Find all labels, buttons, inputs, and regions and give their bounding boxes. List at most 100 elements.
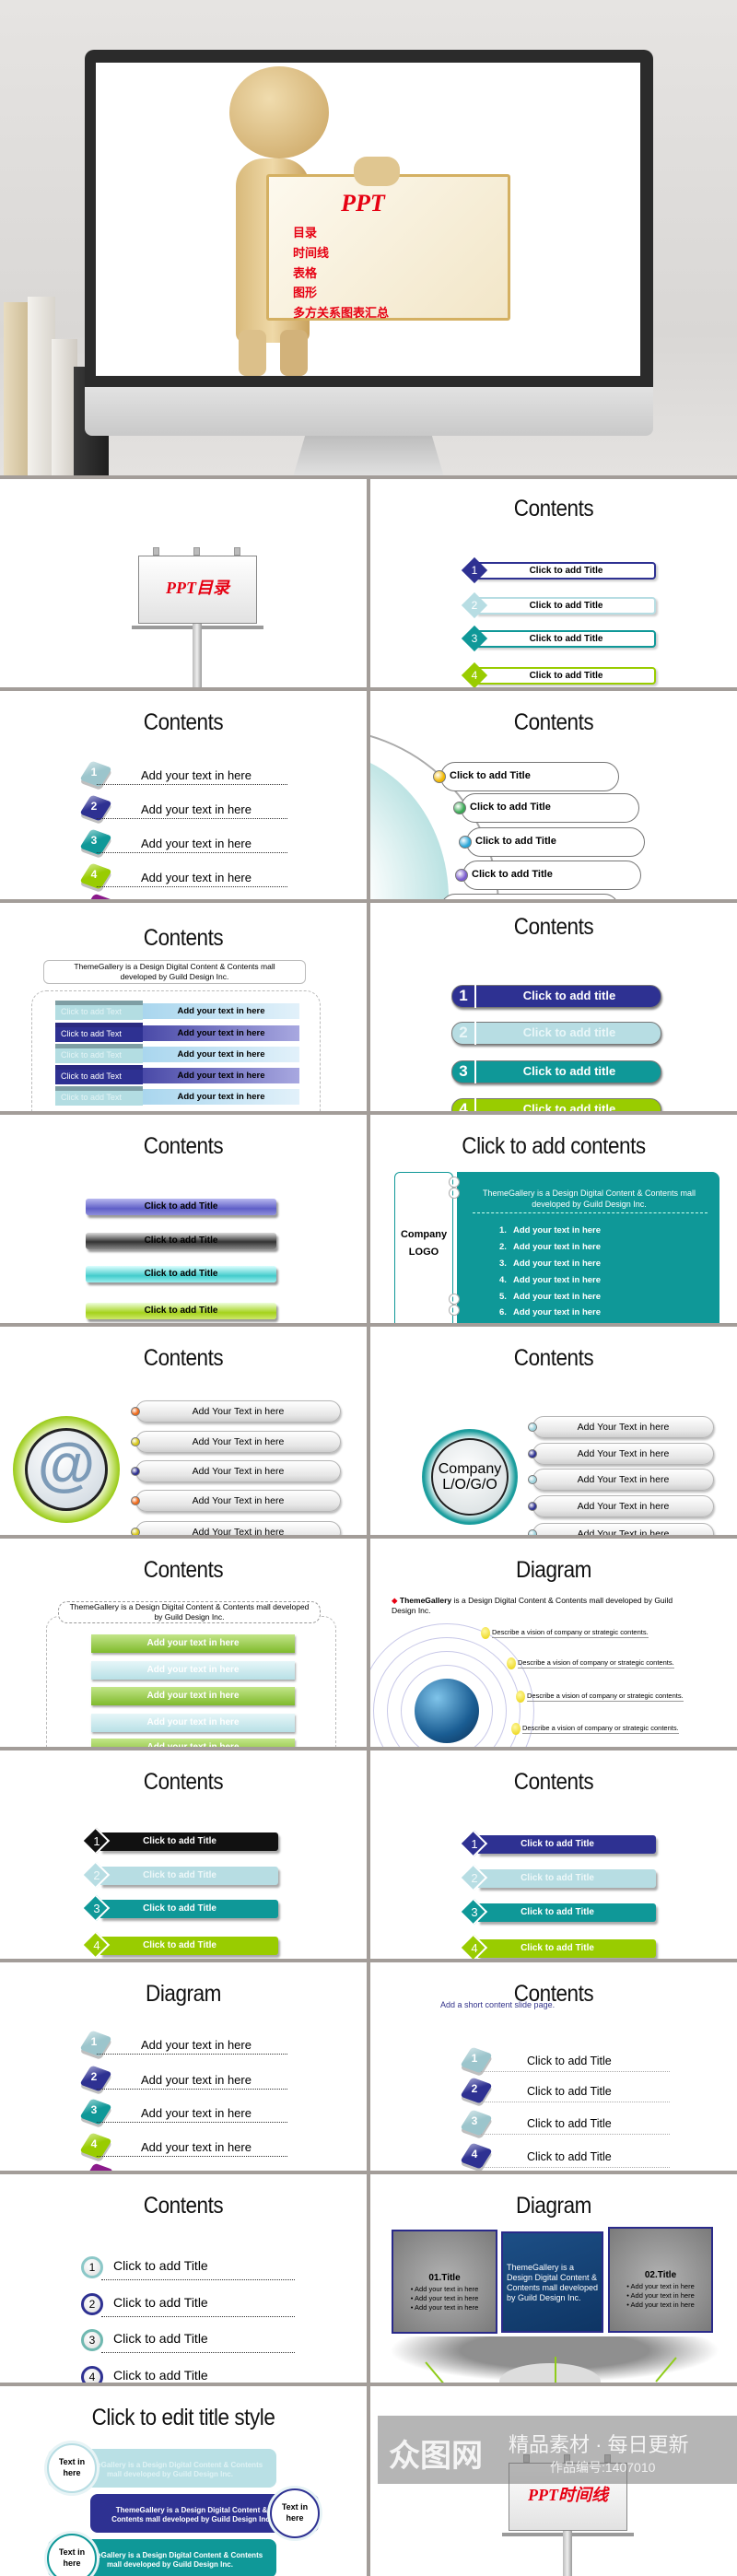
monitor-chin — [85, 387, 653, 436]
number-cube-icon — [83, 2162, 114, 2171]
slide-title: Click to add contents — [462, 1133, 646, 1159]
intro-text: ThemeGallery is a Design Digital Content… — [69, 1602, 310, 1622]
dotted-underline — [97, 2088, 287, 2090]
slide-title: Contents — [513, 914, 594, 940]
slide-title: Contents — [143, 2193, 224, 2219]
slide-title: Contents — [513, 1345, 594, 1371]
sign-title: PPT — [341, 190, 385, 217]
title-label: Click to add Title — [521, 1839, 594, 1849]
band-text: ThemeGallery is a Design Digital Content… — [76, 2551, 263, 2569]
dotted-underline — [97, 885, 287, 887]
billboard-lamp-icon — [234, 547, 240, 556]
subtitle: Add a short content slide page. — [440, 2000, 556, 2009]
slide-thumbnail-7[interactable]: Contents Click to add Title Click to add T… — [0, 1115, 367, 1323]
billboard-text: PPT目录 — [166, 579, 229, 597]
pill-label: Add Your Text in here — [577, 1501, 670, 1512]
slide-thumbnail-6[interactable]: Contents 1 Click to add title 2 Click to add… — [370, 903, 737, 1111]
bar-separator — [474, 985, 476, 1008]
dotted-underline — [481, 2166, 670, 2168]
item-label: Add your text in here — [513, 1225, 602, 1235]
slide-thumbnail-8[interactable]: Click to add contents Company LOGO ThemeGal… — [370, 1115, 737, 1323]
slide-thumbnail-2[interactable]: Contents Click to add Title 1 Click to add … — [370, 479, 737, 687]
binder-ring-icon — [450, 1188, 459, 1198]
circle-text: Text in here — [58, 2547, 86, 2568]
pill-label: Add Your Text in here — [192, 1495, 285, 1506]
pill-label: Add Your Text in here — [192, 1406, 285, 1417]
slide-title: Diagram — [516, 1557, 591, 1583]
logo-text: Company — [400, 1229, 448, 1240]
title-label: Click to add Title — [144, 1201, 218, 1212]
panel-heading: 02.Title — [644, 2270, 677, 2280]
slide-title: Contents — [143, 1133, 224, 1159]
slide-title: Contents — [143, 925, 224, 951]
slide-thumbnail-9[interactable]: Contents @ Add Your Text in here Add Your T… — [0, 1327, 367, 1535]
intro-bold: ThemeGallery — [399, 1596, 452, 1605]
item-label: Add your text in here — [513, 1275, 602, 1285]
slide-thumbnail-10[interactable]: Contents Company L/O/G/O Add Your Text in h… — [370, 1327, 737, 1535]
slide-thumbnail-20[interactable]: PPT时间线 众图网 精品素材 · 每日更新 作品编号:1407010 — [370, 2386, 737, 2576]
slide-thumbnail-17[interactable]: Contents 1 Click to add Title 2 Click to add… — [0, 2174, 367, 2383]
item-number: 2 — [90, 800, 98, 813]
sign-menu-item: 目录 — [293, 227, 318, 240]
item-label: Click to add Title — [527, 2055, 612, 2067]
bar-label: Add your text in here — [146, 1638, 240, 1648]
item-label: Add your text in here — [141, 2073, 252, 2087]
center-panel-text: ThemeGallery is a Design Digital Content… — [507, 2263, 599, 2302]
item-number: 2. — [499, 1242, 507, 1252]
title-label: Click to add Title — [472, 869, 553, 880]
slide-thumbnail-4[interactable]: Contents Click to add Title Click to add T… — [370, 691, 737, 899]
billboard-pole — [193, 624, 202, 687]
item-label: Add your text in here — [513, 1242, 602, 1252]
sign-menu-item: 多方关系图表汇总 — [293, 307, 390, 321]
billboard-pole — [563, 2531, 572, 2576]
item-label: Add your text in here — [141, 802, 252, 816]
slide-title: Diagram — [146, 1981, 221, 2007]
item-number: 2 — [471, 1871, 478, 1885]
logo-text: LOGO — [408, 1247, 439, 1258]
slide-thumbnail-15[interactable]: Diagram 1 Add your text in here 2 Add your t… — [0, 1962, 367, 2171]
bullet-dot-icon — [455, 869, 468, 882]
bullet-dot-icon — [453, 802, 466, 814]
pill-label: Add Your Text in here — [577, 1474, 670, 1485]
slide-thumbnail-12[interactable]: Diagram ◆ ThemeGallery is a Design Digita… — [370, 1539, 737, 1747]
item-label: Click to add Title — [113, 2368, 208, 2383]
at-sign-icon: @ — [37, 1431, 96, 1497]
dotted-underline — [481, 2101, 670, 2102]
slide-thumbnail-3[interactable]: Contents 1 Add your text in here 2 Add your … — [0, 691, 367, 899]
dotted-underline — [97, 817, 287, 819]
bar-label: Add your text in here — [177, 1049, 265, 1060]
slide-thumbnail-11[interactable]: Contents ThemeGallery is a Design Digital… — [0, 1539, 367, 1747]
slide-thumbnail-5[interactable]: Contents ThemeGallery is a Design Digital… — [0, 903, 367, 1111]
item-number: 4 — [90, 2137, 98, 2150]
item-label: Add your text in here — [141, 837, 252, 850]
title-label: Click to add Title — [529, 566, 603, 576]
block-label: Click to add Text — [61, 1093, 122, 1102]
slide-thumbnail-19[interactable]: Click to edit title style ThemeGallery is… — [0, 2386, 367, 2576]
item-label: Click to add Title — [113, 2295, 208, 2310]
title-pill — [440, 894, 619, 899]
item-number: 3 — [471, 1905, 478, 1919]
slide-thumbnail-18[interactable]: Diagram 01.Title • Add your text in here • … — [370, 2174, 737, 2383]
red-diamond-bullet-icon: ◆ — [392, 1596, 400, 1605]
dotted-underline — [101, 2315, 295, 2317]
item-label: Describe a vision of company or strategi… — [527, 1692, 684, 1702]
title-label: Click to add Title — [475, 836, 556, 847]
item-number: 1 — [471, 1837, 478, 1851]
title-label: Click to add Title — [144, 1269, 218, 1279]
watermark-slogan: 精品素材 · 每日更新 — [509, 2433, 689, 2456]
slide-thumbnail-1[interactable]: PPT目录 — [0, 479, 367, 687]
item-number: 4 — [90, 868, 98, 881]
bullet-dot-icon — [459, 836, 472, 849]
slide-thumbnail-13[interactable]: Contents 1 Click to add Title 2 Click to add… — [0, 1751, 367, 1959]
bar-label: Add your text in here — [146, 1665, 240, 1675]
bar-label: Add your text in here — [146, 1691, 240, 1701]
billboard-lamp-icon — [153, 547, 159, 556]
item-number: 4 — [459, 1100, 468, 1111]
slide-thumbnail-16[interactable]: Contents Add a short content slide page. 1… — [370, 1962, 737, 2171]
hero-monitor-mockup: PPT 目录 时间线 表格 图形 多方关系图表汇总 — [0, 0, 737, 475]
slide-title: Contents — [143, 1769, 224, 1795]
dotted-underline — [481, 2133, 670, 2135]
panel-heading: 01.Title — [428, 2273, 461, 2283]
slide-thumbnail-14[interactable]: Contents 1 Click to add Title 2 Click to add… — [370, 1751, 737, 1959]
item-number: 2 — [459, 1024, 468, 1041]
